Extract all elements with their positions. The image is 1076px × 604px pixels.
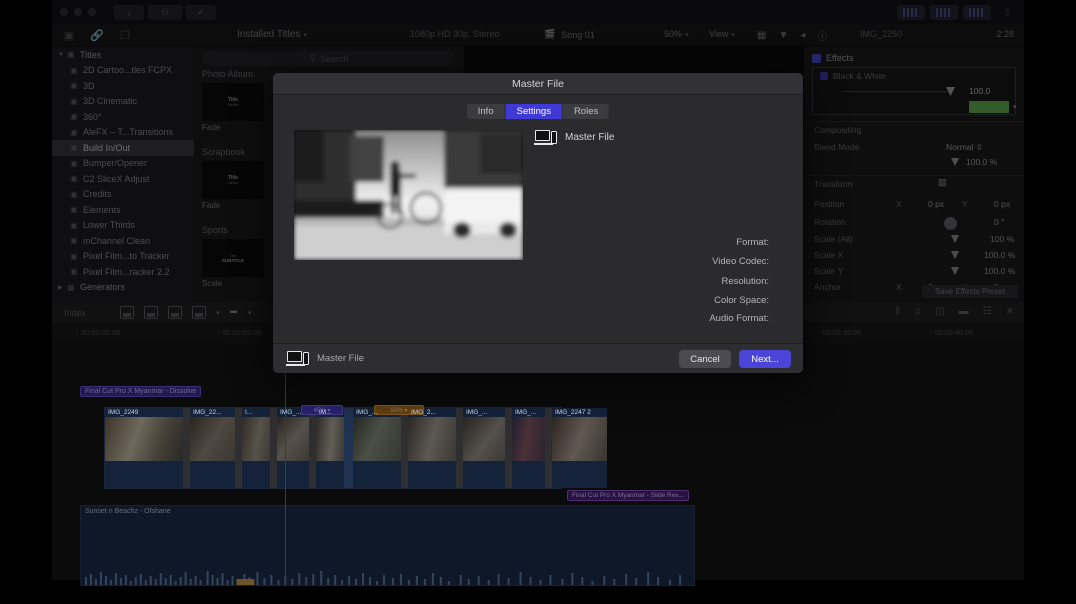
video-codec-label: Video Codec: xyxy=(712,256,769,267)
clip-name: IMG_2249 xyxy=(108,409,139,416)
master-file-label: Master File xyxy=(565,132,615,143)
resolution-label: Resolution: xyxy=(721,276,769,287)
screen: ↓ ⚇ ✓ ⇧ ▣ 🔗 ❐ Installed Titles ▾ 1080p HD… xyxy=(0,0,1076,604)
share-destination-dialog: Master File Info Settings Roles Master F… xyxy=(273,73,803,373)
cancel-button[interactable]: Cancel xyxy=(679,350,731,368)
clip-name: IMG_2247 2 xyxy=(555,409,591,416)
clip-name: IMG_... xyxy=(466,409,488,416)
format-label: Format: xyxy=(736,237,769,248)
tab-settings[interactable]: Settings xyxy=(505,104,563,119)
footer-destination-label: Master File xyxy=(317,353,364,364)
audio-format-label: Audio Format: xyxy=(709,313,769,324)
master-file-icon xyxy=(286,351,309,366)
clip-name: IMG_... xyxy=(356,409,378,416)
dialog-tabs: Info Settings Roles xyxy=(466,104,610,119)
dialog-title: Master File xyxy=(273,73,803,95)
footer-destination: Master File xyxy=(286,351,364,366)
tab-info[interactable]: Info xyxy=(466,104,506,119)
next-button[interactable]: Next... xyxy=(739,350,791,368)
clip-name: IMG_... xyxy=(280,409,302,416)
clip-name: IMG_22... xyxy=(193,409,222,416)
clip-name: IMG_... xyxy=(515,409,537,416)
clip-name: I... xyxy=(245,409,253,416)
color-space-label: Color Space: xyxy=(714,295,769,306)
master-file-header: Master File xyxy=(534,130,615,145)
clip-name: IMG_2... xyxy=(411,409,436,416)
export-preview-thumbnail xyxy=(294,130,523,260)
dialog-footer: Master File Cancel Next... xyxy=(273,343,803,373)
master-file-icon xyxy=(534,130,557,145)
tab-roles[interactable]: Roles xyxy=(562,104,610,119)
clip-name: IM... xyxy=(319,409,332,416)
preview-image xyxy=(294,130,523,260)
